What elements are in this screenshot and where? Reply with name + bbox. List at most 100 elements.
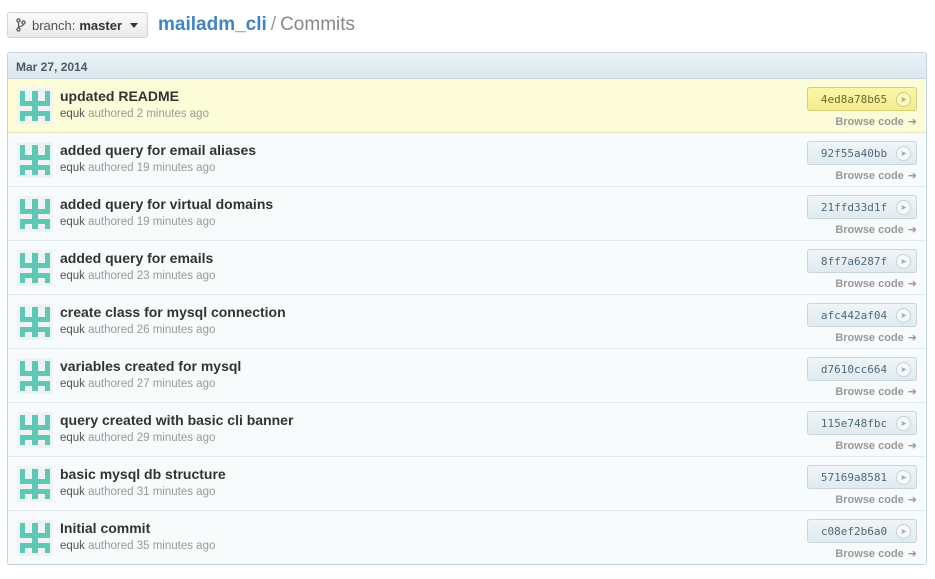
browse-code-link[interactable]: Browse code ➜ (835, 115, 917, 129)
avatar[interactable] (17, 520, 53, 556)
commit-time: authored 29 minutes ago (88, 432, 216, 444)
commit-author[interactable]: equk (60, 324, 85, 336)
commit-author[interactable]: equk (60, 216, 85, 228)
commit-meta: equk authored 29 minutes ago (60, 432, 215, 444)
commit-message[interactable]: variables created for mysql (60, 358, 241, 374)
identicon-icon (20, 253, 50, 283)
browse-code-link[interactable]: Browse code ➜ (835, 223, 917, 237)
commit-sha: 92f55a40bb (820, 146, 888, 160)
arrow-right-circle-icon: ➤ (896, 253, 911, 269)
repo-link[interactable]: mailadm_cli (158, 14, 267, 35)
commit-sha-button[interactable]: afc442af04 ➤ (807, 303, 917, 327)
commit-sha: d7610cc664 (820, 362, 888, 376)
commit-row: query created with basic cli banner equk… (8, 403, 926, 457)
commit-sha: afc442af04 (820, 308, 888, 322)
arrow-right-icon: ➜ (907, 386, 917, 398)
browse-code-link[interactable]: Browse code ➜ (835, 547, 917, 561)
commit-author[interactable]: equk (60, 270, 85, 282)
commit-message[interactable]: Initial commit (60, 520, 150, 536)
commit-sha-button[interactable]: d7610cc664 ➤ (807, 357, 917, 381)
browse-code-link[interactable]: Browse code ➜ (835, 169, 917, 183)
branch-selector-button[interactable]: branch: master (7, 12, 149, 38)
arrow-right-circle-icon: ➤ (896, 91, 911, 107)
commit-time: authored 2 minutes ago (88, 108, 209, 120)
commit-row: updated README equk authored 2 minutes a… (8, 79, 926, 133)
browse-code-link[interactable]: Browse code ➜ (835, 439, 917, 453)
commit-sha: 8ff7a6287f (820, 254, 888, 268)
commit-message[interactable]: updated README (60, 88, 179, 104)
commit-sha-button[interactable]: c08ef2b6a0 ➤ (807, 519, 917, 543)
browse-code-label: Browse code (835, 331, 904, 344)
commit-message[interactable]: added query for virtual domains (60, 196, 273, 212)
arrow-right-circle-icon: ➤ (896, 361, 911, 377)
commit-sha: 57169a8581 (820, 470, 888, 484)
commit-meta: equk authored 35 minutes ago (60, 540, 215, 552)
commit-meta: equk authored 31 minutes ago (60, 486, 215, 498)
commit-message[interactable]: query created with basic cli banner (60, 412, 293, 428)
commit-list: updated README equk authored 2 minutes a… (8, 79, 926, 564)
commit-row: variables created for mysql equk authore… (8, 349, 926, 403)
commit-sha-button[interactable]: 92f55a40bb ➤ (807, 141, 917, 165)
avatar[interactable] (17, 196, 53, 232)
browse-code-label: Browse code (835, 385, 904, 398)
arrow-right-icon: ➜ (907, 116, 917, 128)
commit-author[interactable]: equk (60, 162, 85, 174)
avatar[interactable] (17, 88, 53, 124)
commit-time: authored 27 minutes ago (88, 378, 216, 390)
commit-sha-button[interactable]: 57169a8581 ➤ (807, 465, 917, 489)
commit-row: create class for mysql connection equk a… (8, 295, 926, 349)
browse-code-link[interactable]: Browse code ➜ (835, 277, 917, 291)
browse-code-label: Browse code (835, 439, 904, 452)
browse-code-link[interactable]: Browse code ➜ (835, 385, 917, 399)
commit-sha-button[interactable]: 4ed8a78b65 ➤ (807, 87, 917, 111)
avatar[interactable] (17, 466, 53, 502)
identicon-icon (20, 415, 50, 445)
title-separator: / (270, 14, 277, 35)
browse-code-label: Browse code (835, 547, 904, 560)
identicon-icon (20, 361, 50, 391)
commit-meta: equk authored 27 minutes ago (60, 378, 215, 390)
commit-author[interactable]: equk (60, 378, 85, 390)
branch-icon (16, 18, 26, 32)
commit-time: authored 19 minutes ago (88, 216, 216, 228)
commit-message[interactable]: basic mysql db structure (60, 466, 226, 482)
avatar[interactable] (17, 412, 53, 448)
commit-time: authored 35 minutes ago (88, 540, 216, 552)
section-title: Commits (280, 14, 356, 35)
browse-code-label: Browse code (835, 223, 904, 236)
arrow-right-circle-icon: ➤ (896, 469, 911, 485)
commit-author[interactable]: equk (60, 540, 85, 552)
browse-code-label: Browse code (835, 277, 904, 290)
commit-message[interactable]: create class for mysql connection (60, 304, 286, 320)
commit-sha: 4ed8a78b65 (820, 92, 888, 106)
avatar[interactable] (17, 358, 53, 394)
commit-meta: equk authored 2 minutes ago (60, 108, 209, 120)
commit-message[interactable]: added query for emails (60, 250, 213, 266)
avatar[interactable] (17, 142, 53, 178)
commit-sha-button[interactable]: 115e748fbc ➤ (807, 411, 917, 435)
commit-author[interactable]: equk (60, 108, 85, 120)
arrow-right-circle-icon: ➤ (896, 523, 911, 539)
commit-time: authored 26 minutes ago (88, 324, 216, 336)
chevron-down-icon (130, 22, 139, 28)
arrow-right-icon: ➜ (907, 494, 917, 506)
commit-author[interactable]: equk (60, 486, 85, 498)
browse-code-link[interactable]: Browse code ➜ (835, 493, 917, 507)
browse-code-link[interactable]: Browse code ➜ (835, 331, 917, 345)
commit-time: authored 19 minutes ago (88, 162, 216, 174)
commit-author[interactable]: equk (60, 432, 85, 444)
arrow-right-circle-icon: ➤ (896, 199, 911, 215)
avatar[interactable] (17, 250, 53, 286)
arrow-right-circle-icon: ➤ (896, 145, 911, 161)
commit-time: authored 23 minutes ago (88, 270, 216, 282)
commit-sha: 21ffd33d1f (820, 200, 888, 214)
identicon-icon (20, 469, 50, 499)
commit-message[interactable]: added query for email aliases (60, 142, 256, 158)
commit-sha-button[interactable]: 21ffd33d1f ➤ (807, 195, 917, 219)
avatar[interactable] (17, 304, 53, 340)
commit-row: Initial commit equk authored 35 minutes … (8, 511, 926, 564)
commit-sha: c08ef2b6a0 (820, 524, 888, 538)
arrow-right-icon: ➜ (907, 548, 917, 560)
commit-sha: 115e748fbc (820, 416, 888, 430)
commit-sha-button[interactable]: 8ff7a6287f ➤ (807, 249, 917, 273)
